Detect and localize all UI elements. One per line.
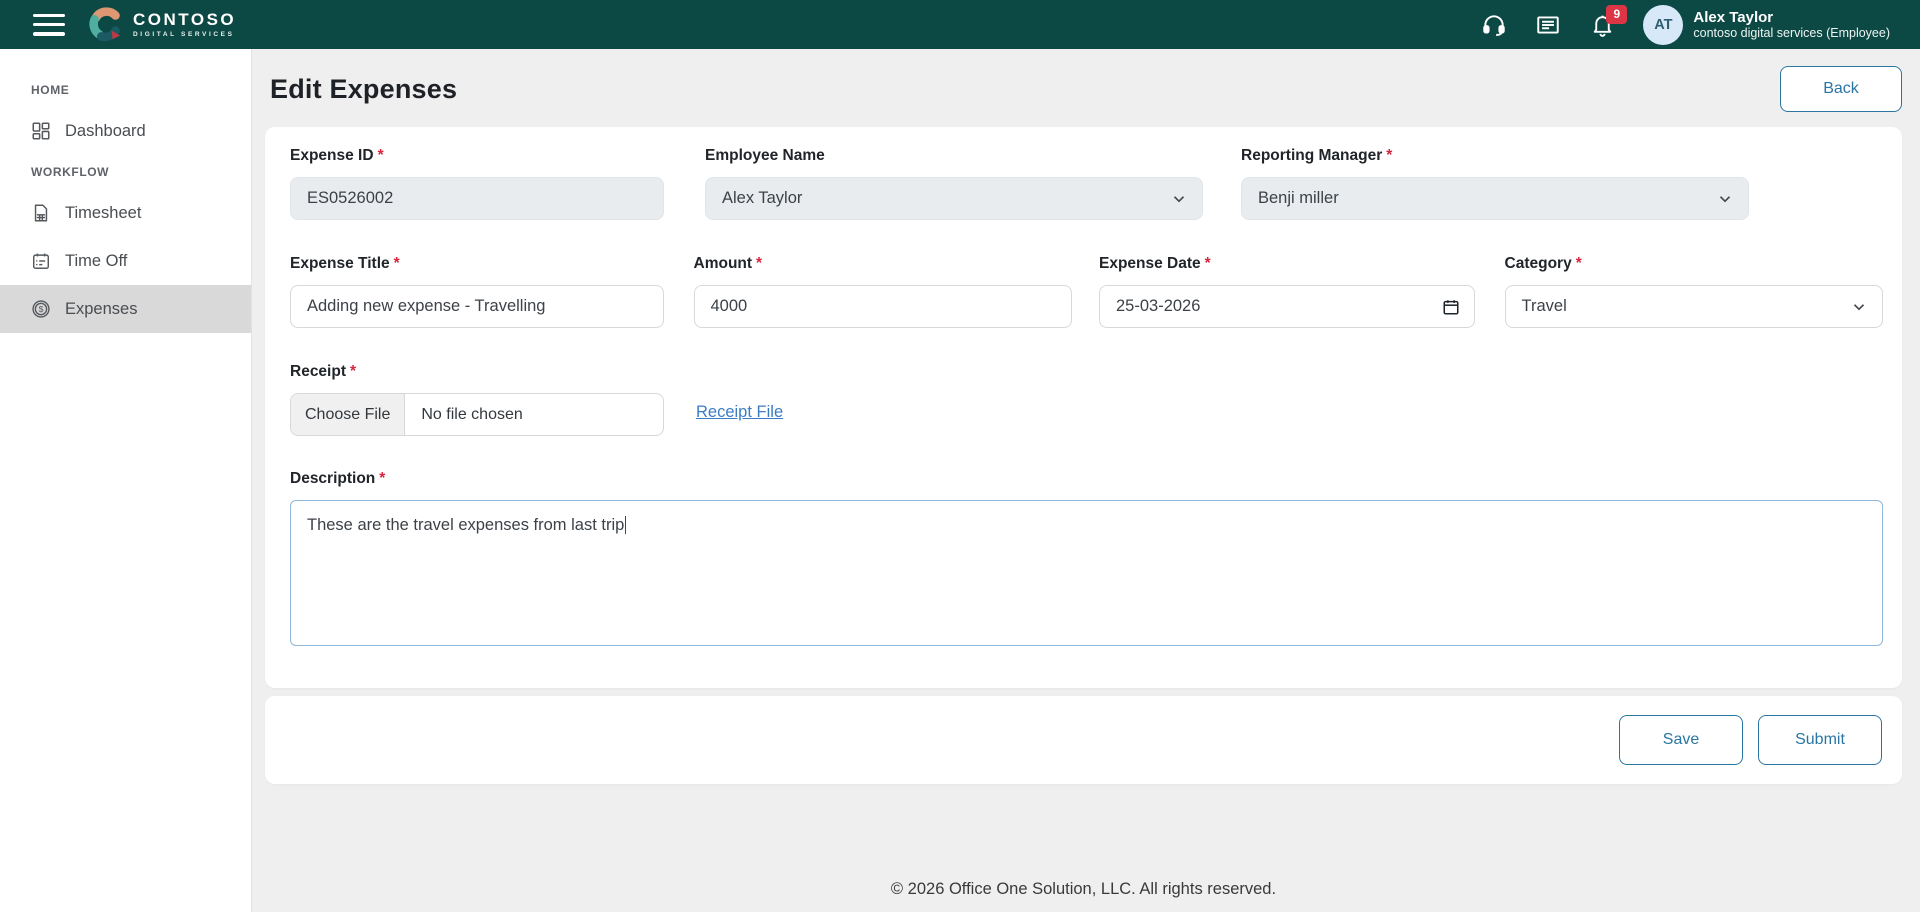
chevron-down-icon bbox=[1170, 190, 1188, 208]
sidebar-item-label: Time Off bbox=[65, 252, 127, 271]
brand-logo: CONTOSO DIGITAL SERVICES bbox=[87, 6, 236, 44]
sidebar-item-expenses[interactable]: $ Expenses bbox=[0, 285, 251, 333]
brand-name: CONTOSO bbox=[133, 11, 236, 28]
receipt-file-input[interactable]: Choose File No file chosen bbox=[290, 393, 664, 436]
sidebar-item-label: Timesheet bbox=[65, 204, 141, 223]
save-button[interactable]: Save bbox=[1619, 715, 1743, 765]
description-text: These are the travel expenses from last … bbox=[307, 516, 624, 534]
required-asterisk: * bbox=[756, 255, 762, 272]
sidebar-item-label: Expenses bbox=[65, 300, 137, 319]
required-asterisk: * bbox=[378, 147, 384, 164]
page-title: Edit Expenses bbox=[270, 74, 457, 105]
hamburger-menu-icon[interactable] bbox=[33, 14, 65, 36]
expense-date-label: Expense Date* bbox=[1099, 255, 1475, 273]
employee-name-select[interactable]: Alex Taylor bbox=[705, 177, 1203, 220]
news-feed-icon[interactable] bbox=[1535, 12, 1561, 38]
category-select[interactable]: Travel bbox=[1505, 285, 1884, 328]
bell-notifications-icon[interactable]: 9 bbox=[1589, 12, 1615, 38]
required-asterisk: * bbox=[1205, 255, 1211, 272]
description-textarea[interactable]: These are the travel expenses from last … bbox=[290, 500, 1883, 646]
dashboard-grid-icon bbox=[31, 121, 51, 141]
user-role: contoso digital services (Employee) bbox=[1693, 26, 1890, 41]
expense-id-field[interactable] bbox=[290, 177, 664, 220]
calendar-picker-icon[interactable] bbox=[1442, 298, 1460, 316]
required-asterisk: * bbox=[1576, 255, 1582, 272]
expense-date-field[interactable]: 25-03-2026 bbox=[1099, 285, 1475, 328]
required-asterisk: * bbox=[379, 470, 385, 487]
sidebar-section-workflow: WORKFLOW bbox=[0, 155, 251, 189]
sidebar-item-timesheet[interactable]: Timesheet bbox=[0, 189, 251, 237]
employee-name-value: Alex Taylor bbox=[722, 189, 802, 208]
expense-form-card: Expense ID* Employee Name Alex Taylor Re… bbox=[265, 127, 1902, 688]
expense-title-label: Expense Title* bbox=[290, 255, 664, 273]
description-label: Description* bbox=[290, 470, 1883, 488]
sidebar: HOME Dashboard WORKFLOW Timesheet bbox=[0, 49, 252, 912]
employee-name-label: Employee Name bbox=[705, 147, 1203, 165]
sidebar-section-home: HOME bbox=[0, 73, 251, 107]
user-menu[interactable]: AT Alex Taylor contoso digital services … bbox=[1643, 5, 1890, 45]
back-button[interactable]: Back bbox=[1780, 66, 1902, 112]
sidebar-item-timeoff[interactable]: Time Off bbox=[0, 237, 251, 285]
expense-id-label: Expense ID* bbox=[290, 147, 664, 165]
expense-date-value: 25-03-2026 bbox=[1116, 297, 1200, 316]
chevron-down-icon bbox=[1850, 298, 1868, 316]
required-asterisk: * bbox=[350, 363, 356, 380]
reporting-manager-select[interactable]: Benji miller bbox=[1241, 177, 1749, 220]
copyright-footer: © 2026 Office One Solution, LLC. All rig… bbox=[265, 880, 1902, 899]
calendar-icon bbox=[31, 251, 51, 271]
required-asterisk: * bbox=[1386, 147, 1392, 164]
brand-tagline: DIGITAL SERVICES bbox=[133, 31, 236, 38]
amount-label: Amount* bbox=[694, 255, 1073, 273]
svg-text:$: $ bbox=[39, 304, 44, 314]
user-name: Alex Taylor bbox=[1693, 9, 1890, 26]
expense-title-field[interactable] bbox=[290, 285, 664, 328]
category-label: Category* bbox=[1505, 255, 1884, 273]
receipt-label: Receipt* bbox=[290, 363, 783, 381]
headset-support-icon[interactable] bbox=[1481, 12, 1507, 38]
amount-field[interactable] bbox=[694, 285, 1073, 328]
topbar: CONTOSO DIGITAL SERVICES bbox=[0, 0, 1920, 49]
category-value: Travel bbox=[1522, 297, 1567, 316]
text-caret bbox=[625, 516, 626, 534]
notification-count-badge: 9 bbox=[1606, 5, 1627, 24]
timesheet-file-icon bbox=[31, 203, 51, 223]
required-asterisk: * bbox=[394, 255, 400, 272]
sidebar-item-dashboard[interactable]: Dashboard bbox=[0, 107, 251, 155]
contoso-logo-icon bbox=[87, 6, 125, 44]
avatar: AT bbox=[1643, 5, 1683, 45]
coin-dollar-icon: $ bbox=[31, 299, 51, 319]
receipt-file-link[interactable]: Receipt File bbox=[696, 403, 783, 422]
choose-file-button[interactable]: Choose File bbox=[291, 394, 405, 435]
form-actions-card: Save Submit bbox=[265, 696, 1902, 784]
submit-button[interactable]: Submit bbox=[1758, 715, 1882, 765]
chevron-down-icon bbox=[1716, 190, 1734, 208]
sidebar-item-label: Dashboard bbox=[65, 122, 146, 141]
reporting-manager-label: Reporting Manager* bbox=[1241, 147, 1749, 165]
reporting-manager-value: Benji miller bbox=[1258, 189, 1339, 208]
file-status-text: No file chosen bbox=[405, 394, 538, 435]
